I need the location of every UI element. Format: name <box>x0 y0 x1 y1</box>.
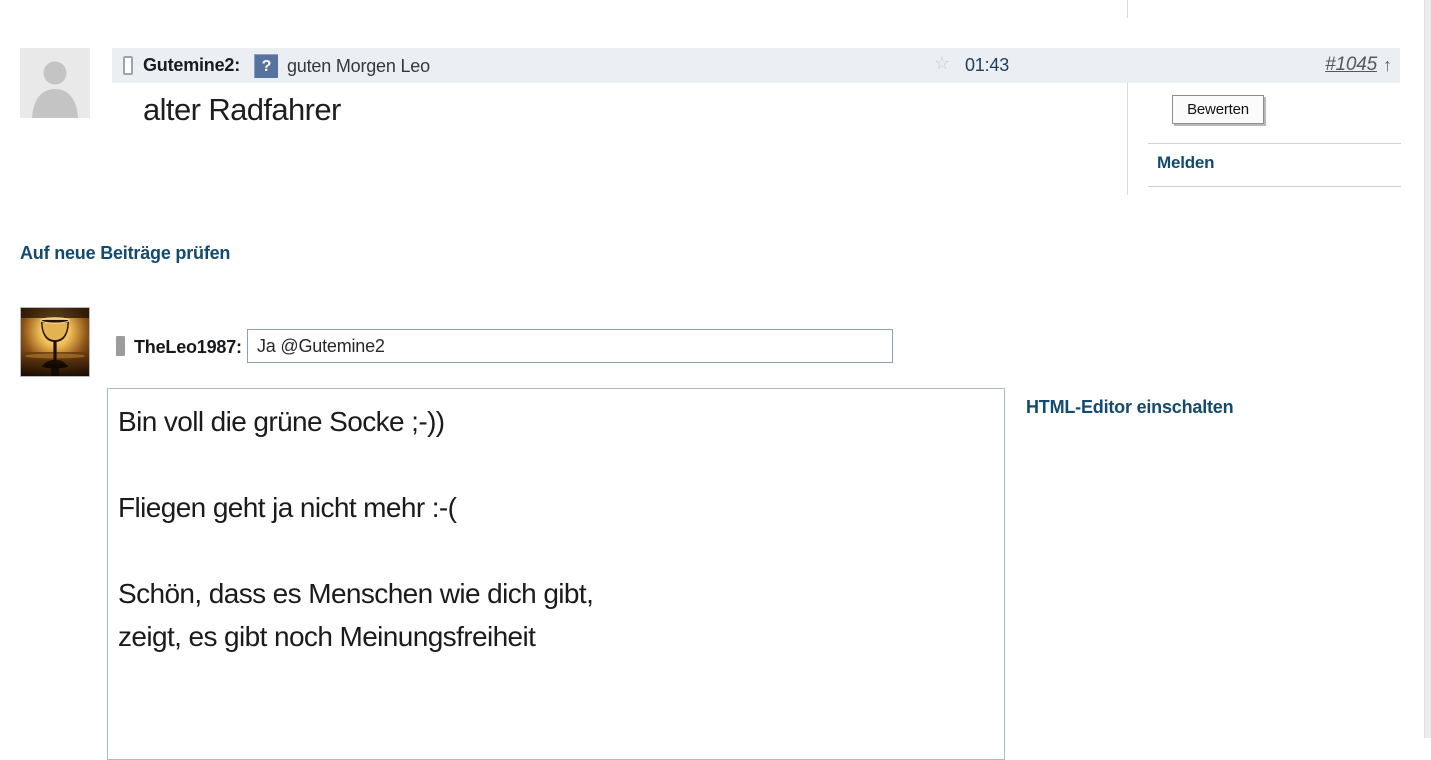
html-editor-toggle-link[interactable]: HTML-Editor einschalten <box>1026 397 1233 418</box>
comment-body-text: alter Radfahrer <box>143 90 341 130</box>
user-status-icon <box>116 336 125 356</box>
post-number-link[interactable]: #1045 <box>1325 54 1377 76</box>
comment-subject: guten Morgen Leo <box>287 56 430 77</box>
comment-header-bar: Gutemine2: ? guten Morgen Leo ☆ 01:43 #1… <box>112 48 1400 83</box>
rate-button[interactable]: Bewerten <box>1172 95 1264 124</box>
check-new-posts-link[interactable]: Auf neue Beiträge prüfen <box>20 243 230 264</box>
reply-author: TheLeo1987: <box>134 337 242 358</box>
reply-subject-input[interactable] <box>247 329 893 363</box>
reply-body-textarea[interactable]: Bin voll die grüne Socke ;-)) Fliegen ge… <box>107 388 1005 760</box>
comment-author: Gutemine2: <box>143 55 240 76</box>
avatar-theleo1987[interactable] <box>20 307 90 377</box>
avatar-placeholder[interactable] <box>20 48 90 118</box>
star-icon[interactable]: ☆ <box>934 53 950 74</box>
scrollbar-track[interactable] <box>1424 0 1431 738</box>
user-status-icon <box>123 56 133 75</box>
divider-line <box>1148 186 1401 187</box>
unknown-flag-icon: ? <box>254 54 278 78</box>
wine-glass-sunset-image <box>21 308 89 376</box>
person-silhouette-icon <box>20 48 90 118</box>
divider-line <box>1148 143 1401 144</box>
column-divider <box>1127 83 1128 195</box>
up-arrow-icon[interactable]: ↑ <box>1383 55 1392 76</box>
comment-time: 01:43 <box>965 55 1009 76</box>
report-link[interactable]: Melden <box>1157 153 1214 173</box>
column-divider <box>1127 0 1128 18</box>
